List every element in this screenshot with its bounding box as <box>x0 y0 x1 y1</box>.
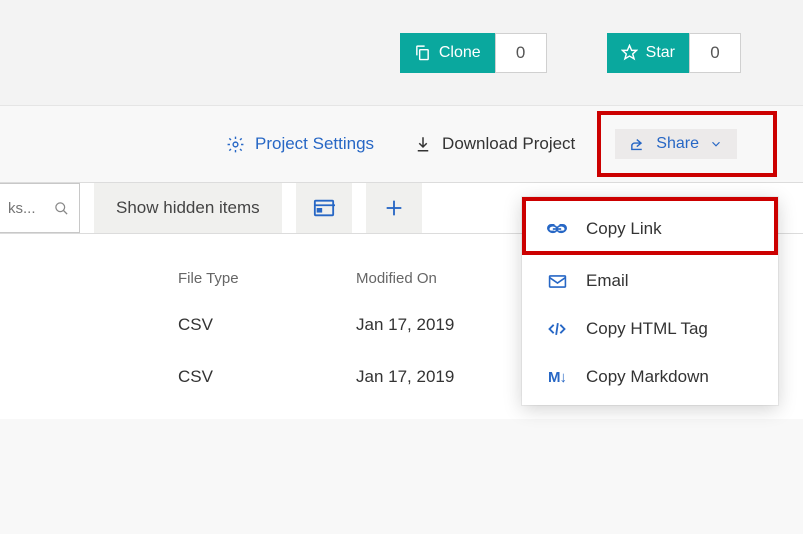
star-label: Star <box>646 44 675 62</box>
link-icon <box>546 222 568 236</box>
project-settings-link[interactable]: Project Settings <box>226 134 374 154</box>
clone-group: Clone 0 <box>400 33 547 73</box>
settings-label: Project Settings <box>255 134 374 154</box>
header-filetype: File Type <box>178 270 356 287</box>
terminal-icon <box>313 197 335 219</box>
markdown-icon: M↓ <box>546 369 568 386</box>
header-modified: Modified On <box>356 270 536 287</box>
share-menu: Copy Link Email Copy HTML Tag M↓ Copy Ma… <box>522 197 778 405</box>
plus-icon <box>383 197 405 219</box>
top-bar: Clone 0 Star 0 <box>0 0 803 106</box>
download-icon <box>414 135 432 153</box>
menu-label: Copy HTML Tag <box>586 319 708 339</box>
terminal-button[interactable] <box>296 183 352 233</box>
clone-count: 0 <box>495 33 547 73</box>
share-icon <box>629 136 646 153</box>
star-icon <box>621 44 638 61</box>
code-icon <box>546 321 568 337</box>
cell-modified: Jan 17, 2019 <box>356 367 536 387</box>
show-hidden-button[interactable]: Show hidden items <box>94 183 282 233</box>
star-button[interactable]: Star <box>607 33 689 73</box>
share-label: Share <box>656 135 699 153</box>
search-input[interactable] <box>8 200 48 217</box>
gear-icon <box>226 135 245 154</box>
cell-filetype: CSV <box>178 315 356 335</box>
actions-row: Project Settings Download Project Share <box>0 106 803 182</box>
menu-label: Copy Markdown <box>586 367 709 387</box>
show-hidden-label: Show hidden items <box>116 198 260 218</box>
cell-filetype: CSV <box>178 367 356 387</box>
menu-label: Email <box>586 271 629 291</box>
download-label: Download Project <box>442 134 575 154</box>
download-project-link[interactable]: Download Project <box>414 134 575 154</box>
menu-email[interactable]: Email <box>522 257 778 305</box>
chevron-down-icon <box>709 137 723 151</box>
clone-button[interactable]: Clone <box>400 33 495 73</box>
add-button[interactable] <box>366 183 422 233</box>
cell-modified: Jan 17, 2019 <box>356 315 536 335</box>
menu-copy-html[interactable]: Copy HTML Tag <box>522 305 778 353</box>
share-dropdown[interactable]: Share <box>615 129 737 159</box>
clone-label: Clone <box>439 44 481 62</box>
star-count: 0 <box>689 33 741 73</box>
search-box[interactable] <box>0 183 80 233</box>
copy-icon <box>414 44 431 61</box>
menu-copy-markdown[interactable]: M↓ Copy Markdown <box>522 353 778 401</box>
search-icon <box>54 201 69 216</box>
mail-icon <box>546 274 568 289</box>
menu-label: Copy Link <box>586 219 662 239</box>
star-group: Star 0 <box>607 33 741 73</box>
menu-copy-link[interactable]: Copy Link <box>522 201 778 257</box>
